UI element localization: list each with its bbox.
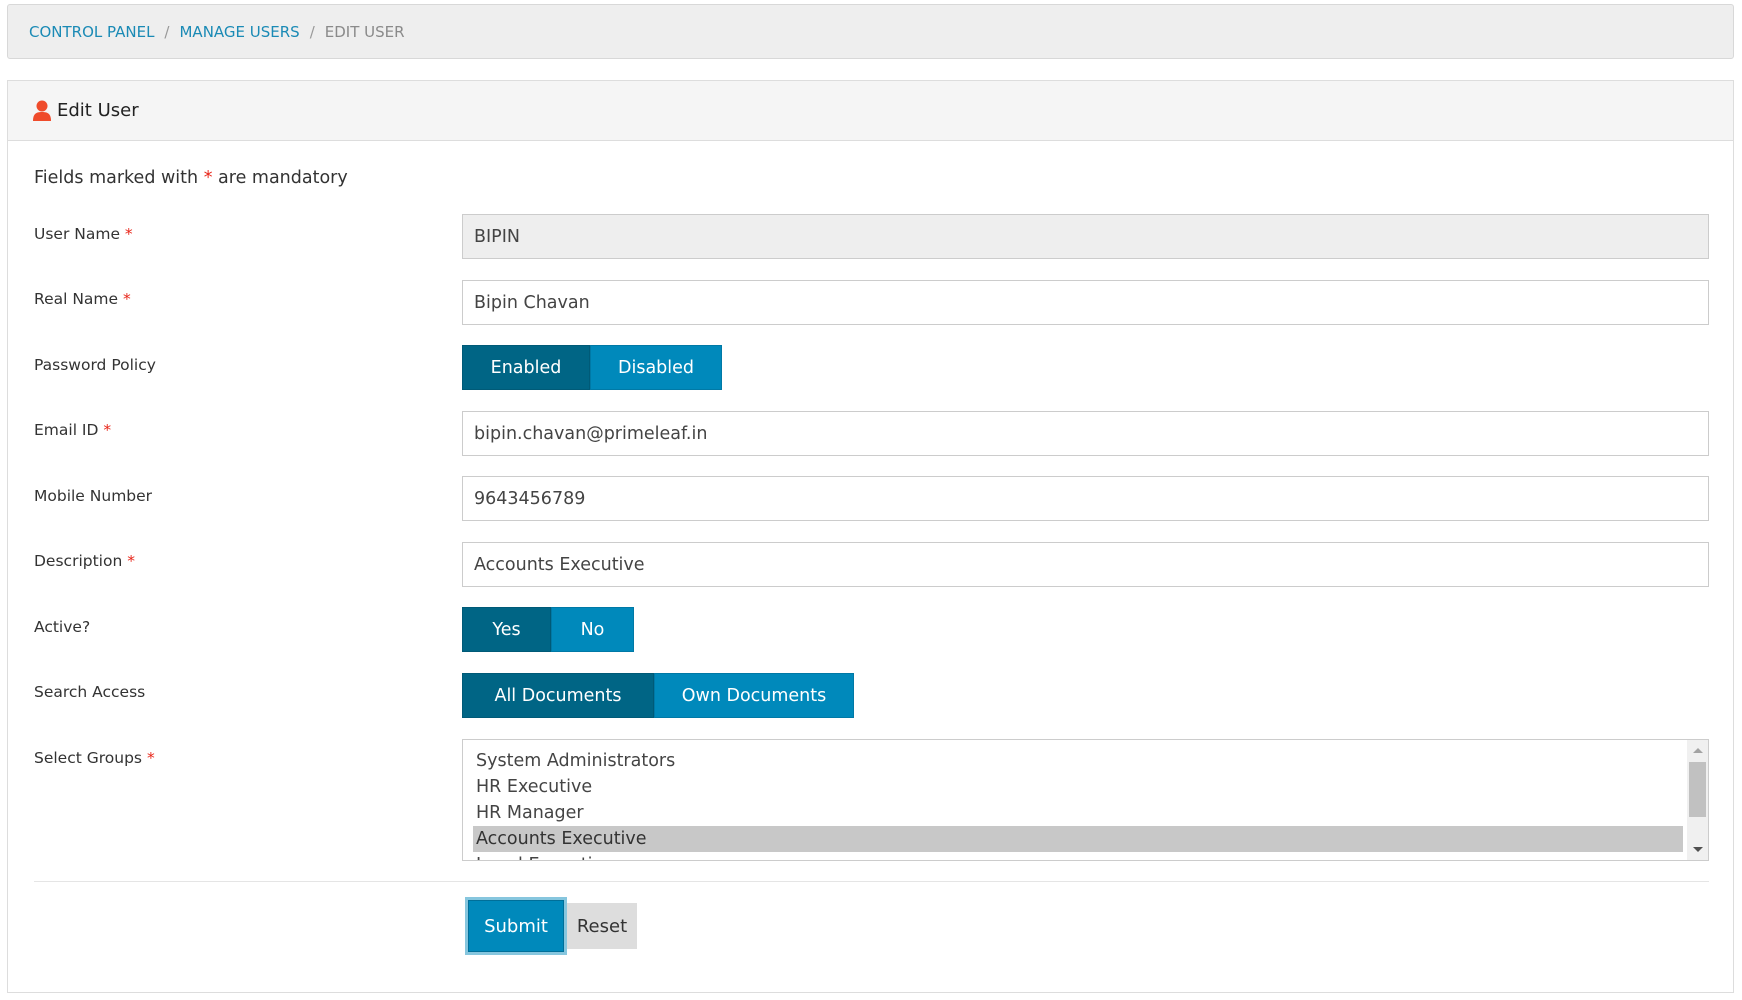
scroll-up-arrow-icon[interactable]: [1693, 748, 1703, 753]
label-text: Email ID: [34, 421, 99, 439]
search-access-label: Search Access: [34, 683, 145, 701]
mobile-input[interactable]: [462, 476, 1709, 521]
required-star: *: [123, 290, 131, 308]
password-policy-label: Password Policy: [34, 356, 156, 374]
mandatory-note-prefix: Fields marked with: [34, 168, 199, 188]
groups-listbox[interactable]: System Administrators HR Executive HR Ma…: [462, 739, 1709, 861]
required-star: *: [127, 552, 135, 570]
label-text: Active?: [34, 618, 91, 636]
label-text: Select Groups: [34, 749, 143, 767]
submit-button[interactable]: Submit: [468, 900, 564, 952]
mandatory-note: Fields marked with * are mandatory: [34, 168, 348, 188]
email-label: Email ID *: [34, 421, 111, 439]
active-yes-button[interactable]: Yes: [462, 607, 551, 652]
breadcrumb-separator: /: [309, 22, 315, 41]
real-name-label: Real Name *: [34, 290, 131, 308]
panel-title: Edit User: [57, 100, 139, 121]
mandatory-note-suffix: are mandatory: [218, 168, 348, 188]
breadcrumb: CONTROL PANEL / MANAGE USERS / EDIT USER: [7, 4, 1734, 59]
groups-option[interactable]: HR Executive: [473, 774, 1683, 800]
groups-option[interactable]: System Administrators: [473, 748, 1683, 774]
scrollbar-thumb[interactable]: [1689, 762, 1706, 817]
user-name-label: User Name *: [34, 225, 133, 243]
mobile-label: Mobile Number: [34, 487, 152, 505]
breadcrumb-edit-user: EDIT USER: [324, 22, 405, 41]
real-name-input[interactable]: [462, 280, 1709, 325]
active-label: Active?: [34, 618, 90, 636]
groups-option-selected[interactable]: Accounts Executive: [473, 826, 1683, 852]
email-input[interactable]: [462, 411, 1709, 456]
user-icon: [33, 100, 51, 122]
password-policy-enabled-button[interactable]: Enabled: [462, 345, 590, 390]
groups-option[interactable]: Legal Executive: [473, 852, 1683, 860]
description-input[interactable]: [462, 542, 1709, 587]
search-access-toggle: All Documents Own Documents: [462, 673, 854, 718]
label-text: Real Name: [34, 290, 119, 308]
search-access-all-button[interactable]: All Documents: [462, 673, 654, 718]
description-label: Description *: [34, 552, 135, 570]
label-text: Password Policy: [34, 356, 156, 374]
required-star: *: [124, 225, 133, 243]
breadcrumb-manage-users[interactable]: MANAGE USERS: [179, 23, 299, 41]
form-divider: [34, 881, 1709, 882]
breadcrumb-control-panel[interactable]: CONTROL PANEL: [29, 23, 154, 41]
required-star: *: [103, 421, 112, 439]
breadcrumb-separator: /: [164, 22, 170, 41]
active-no-button[interactable]: No: [551, 607, 634, 652]
required-star: *: [146, 749, 155, 767]
user-name-input[interactable]: [462, 214, 1709, 259]
select-groups-label: Select Groups *: [34, 749, 155, 767]
label-text: Mobile Number: [34, 487, 153, 505]
panel-heading: Edit User: [8, 81, 1733, 141]
scroll-down-arrow-icon[interactable]: [1693, 847, 1703, 852]
label-text: User Name: [34, 225, 120, 243]
edit-user-panel: Edit User Fields marked with * are manda…: [7, 80, 1734, 993]
label-text: Description: [34, 552, 123, 570]
groups-scrollbar[interactable]: [1687, 740, 1708, 860]
password-policy-disabled-button[interactable]: Disabled: [590, 345, 722, 390]
label-text: Search Access: [34, 683, 146, 701]
search-access-own-button[interactable]: Own Documents: [654, 673, 854, 718]
groups-option[interactable]: HR Manager: [473, 800, 1683, 826]
required-star: *: [203, 168, 213, 188]
active-toggle: Yes No: [462, 607, 634, 652]
password-policy-toggle: Enabled Disabled: [462, 345, 722, 390]
reset-button[interactable]: Reset: [567, 903, 637, 949]
